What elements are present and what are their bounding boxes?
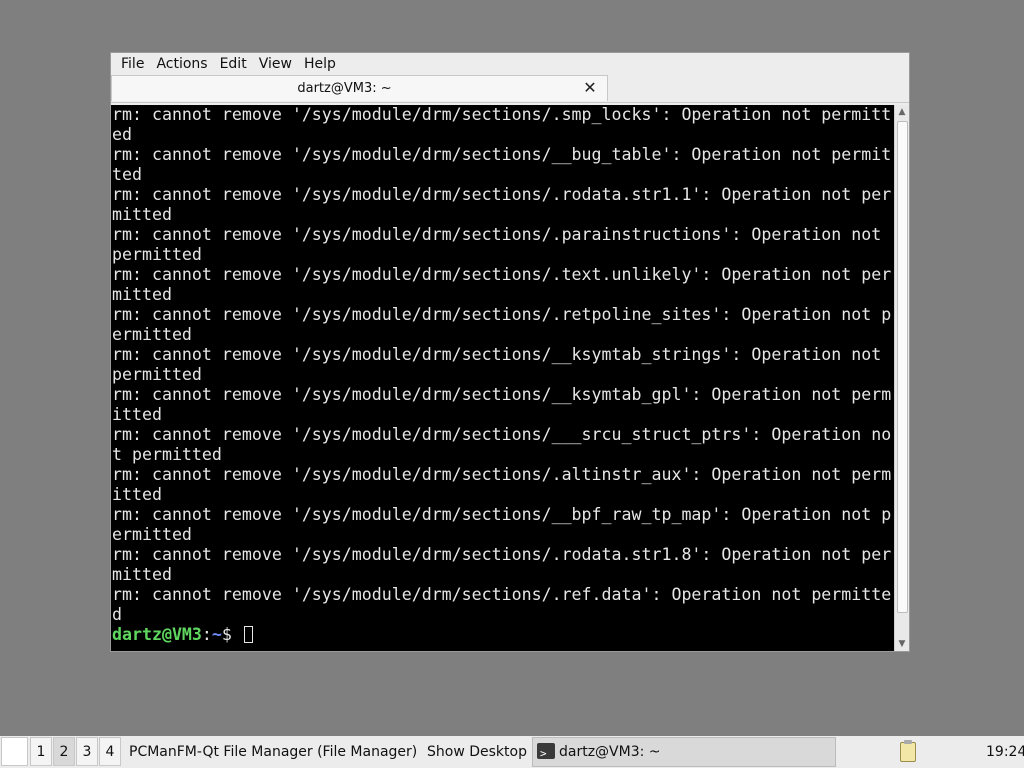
workspace-3-button[interactable]: 3 [76, 737, 98, 766]
menu-edit[interactable]: Edit [214, 53, 253, 75]
terminal-line: ermitted [112, 525, 192, 544]
terminal-line: rm: cannot remove '/sys/module/drm/secti… [112, 185, 892, 204]
terminal-line: rm: cannot remove '/sys/module/drm/secti… [112, 305, 892, 324]
tab-title: dartz@VM3: ~ [297, 81, 392, 96]
scroll-up-icon[interactable]: ▲ [895, 105, 909, 119]
terminal-task-label: dartz@VM3: ~ [559, 744, 661, 760]
show-desktop-button[interactable]: Show Desktop [427, 736, 527, 768]
terminal-line: permitted [112, 365, 202, 384]
scroll-down-icon[interactable]: ▼ [895, 637, 909, 651]
menu-view[interactable]: View [253, 53, 298, 75]
terminal-line: itted [112, 485, 162, 504]
terminal-line: rm: cannot remove '/sys/module/drm/secti… [112, 225, 882, 244]
terminal-line: mitted [112, 565, 172, 584]
terminal-line: t permitted [112, 445, 222, 464]
terminal-tab[interactable]: dartz@VM3: ~ ✕ [111, 75, 608, 101]
terminal-line: rm: cannot remove '/sys/module/drm/secti… [112, 105, 892, 124]
prompt-path: ~ [211, 625, 222, 644]
text-cursor [243, 626, 253, 643]
clock: 19:24 [986, 744, 1024, 760]
terminal-line: rm: cannot remove '/sys/module/drm/secti… [112, 465, 892, 484]
terminal-line: permitted [112, 245, 202, 264]
terminal-task-button[interactable]: dartz@VM3: ~ [532, 737, 836, 768]
close-tab-icon[interactable]: ✕ [581, 79, 599, 97]
terminal-line: rm: cannot remove '/sys/module/drm/secti… [112, 425, 892, 444]
terminal-line: ed [112, 125, 132, 144]
menu-help[interactable]: Help [298, 53, 342, 75]
terminal-window: File Actions Edit View Help dartz@VM3: ~… [110, 52, 910, 652]
prompt-symbol: $ [221, 625, 242, 644]
terminal-scrollbar[interactable]: ▲ ▼ [894, 105, 909, 651]
terminal-line: mitted [112, 285, 172, 304]
terminal-line: ted [112, 165, 142, 184]
scroll-thumb[interactable] [897, 121, 908, 613]
menu-bar: File Actions Edit View Help [111, 53, 909, 75]
terminal-line: rm: cannot remove '/sys/module/drm/secti… [112, 585, 892, 604]
terminal-line: rm: cannot remove '/sys/module/drm/secti… [112, 265, 892, 284]
taskbar: 1 2 3 4 PCManFM-Qt File Manager (File Ma… [0, 736, 1024, 768]
terminal-line: itted [112, 405, 162, 424]
terminal-line: ermitted [112, 325, 192, 344]
terminal-line: mitted [112, 205, 172, 224]
clipboard-icon[interactable] [900, 740, 916, 762]
menu-file[interactable]: File [115, 53, 150, 75]
terminal-line: rm: cannot remove '/sys/module/drm/secti… [112, 505, 892, 524]
workspace-1-button[interactable]: 1 [30, 737, 52, 766]
menu-actions[interactable]: Actions [150, 53, 213, 75]
terminal-output[interactable]: rm: cannot remove '/sys/module/drm/secti… [111, 105, 894, 651]
tab-bar: dartz@VM3: ~ ✕ [111, 75, 909, 103]
start-menu-button[interactable] [1, 737, 28, 766]
prompt-user-host: dartz@VM3 [112, 625, 202, 644]
terminal-line: rm: cannot remove '/sys/module/drm/secti… [112, 345, 882, 364]
workspace-4-button[interactable]: 4 [99, 737, 121, 766]
terminal-line: d [112, 605, 122, 624]
prompt-separator: : [201, 625, 212, 644]
workspace-2-button[interactable]: 2 [53, 737, 75, 766]
terminal-icon [537, 740, 555, 768]
terminal-line: rm: cannot remove '/sys/module/drm/secti… [112, 545, 892, 564]
terminal-lines: rm: cannot remove '/sys/module/drm/secti… [111, 105, 894, 625]
terminal-line: rm: cannot remove '/sys/module/drm/secti… [112, 385, 892, 404]
file-manager-task[interactable]: PCManFM-Qt File Manager (File Manager) [129, 736, 417, 768]
terminal-line: rm: cannot remove '/sys/module/drm/secti… [112, 145, 892, 164]
prompt-line: dartz@VM3:~$ [111, 625, 894, 645]
